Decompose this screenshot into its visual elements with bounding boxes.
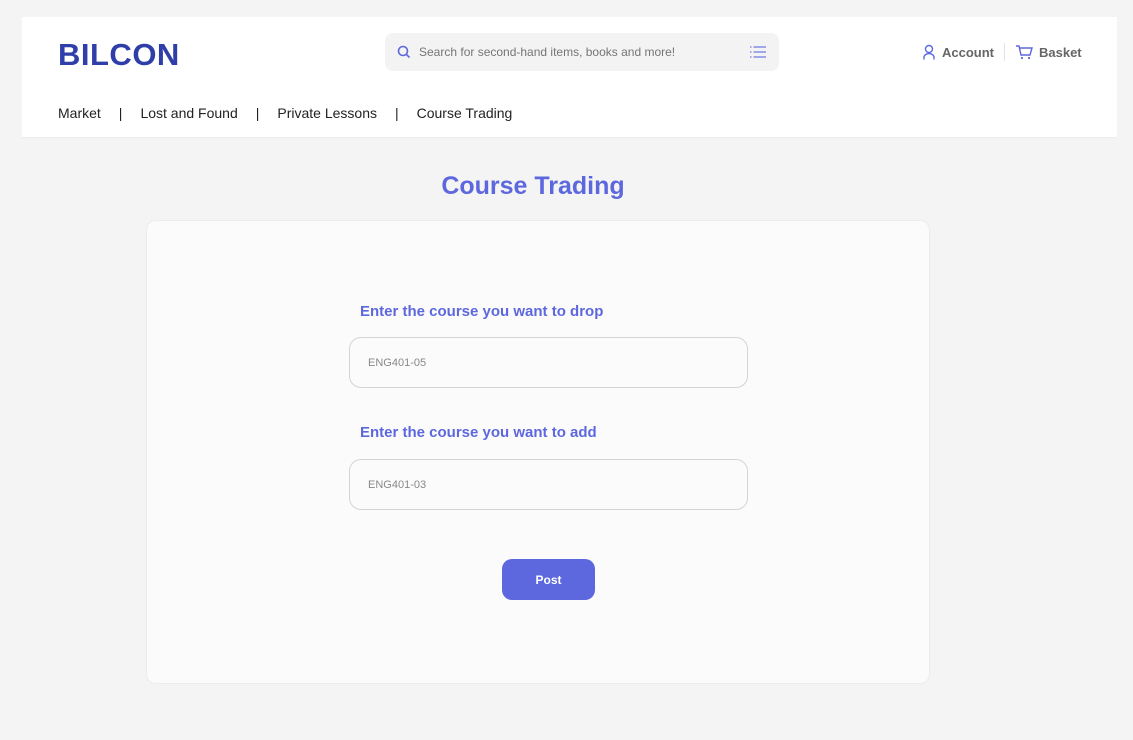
search-input[interactable] <box>419 45 749 59</box>
add-course-label: Enter the course you want to add <box>360 424 597 441</box>
search-bar <box>385 33 779 71</box>
header: BILCON Account Basket Market | Lost and … <box>22 17 1117 138</box>
nav-separator: | <box>255 105 260 121</box>
search-icon <box>397 45 411 59</box>
cart-icon <box>1016 45 1033 60</box>
user-icon <box>923 44 935 60</box>
nav-private-lessons[interactable]: Private Lessons <box>277 105 377 121</box>
page-title: Course Trading <box>441 172 625 200</box>
nav-course-trading[interactable]: Course Trading <box>417 105 513 121</box>
trade-form-card: Enter the course you want to drop Enter … <box>146 220 930 684</box>
nav-lost-and-found[interactable]: Lost and Found <box>140 105 237 121</box>
nav-separator: | <box>394 105 399 121</box>
account-link[interactable]: Account <box>942 45 994 60</box>
divider <box>1004 43 1005 61</box>
list-filter-icon[interactable] <box>749 45 767 59</box>
add-course-input[interactable] <box>349 459 748 510</box>
basket-link[interactable]: Basket <box>1039 45 1082 60</box>
drop-course-label: Enter the course you want to drop <box>360 303 604 320</box>
post-button[interactable]: Post <box>502 559 595 600</box>
drop-course-input[interactable] <box>349 337 748 388</box>
main-nav: Market | Lost and Found | Private Lesson… <box>58 105 512 121</box>
nav-separator: | <box>118 105 123 121</box>
logo[interactable]: BILCON <box>58 37 180 73</box>
nav-market[interactable]: Market <box>58 105 101 121</box>
